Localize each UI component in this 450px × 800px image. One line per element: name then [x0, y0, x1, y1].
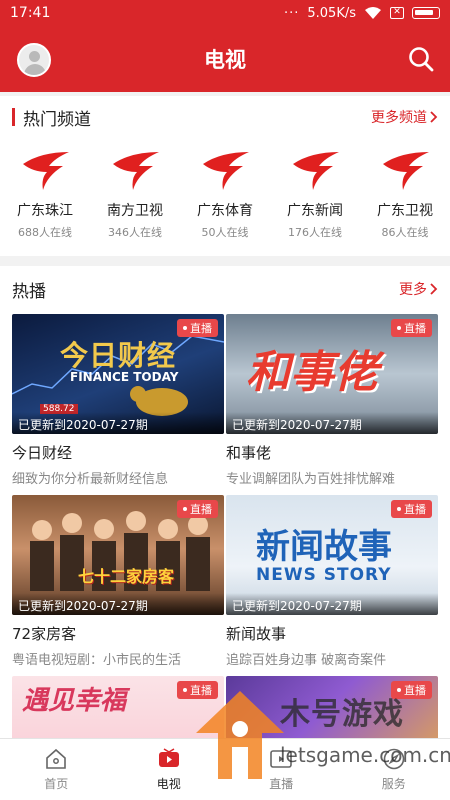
search-icon[interactable]: [408, 46, 434, 72]
channel-item[interactable]: 广东新闻 176人在线: [272, 146, 358, 240]
live-badge: 直播: [391, 681, 432, 699]
chevron-right-icon: [430, 111, 438, 123]
hot-shows-title: 热播: [12, 281, 46, 302]
show-thumbnail: 新闻故事 NEWS STORY 直播 已更新到2020-07-27期: [226, 495, 438, 615]
bottom-tab-bar: 首页 电视 直播 服务: [0, 738, 450, 800]
channel-item[interactable]: 广东卫视 86人在线: [362, 146, 448, 240]
live-badge: 直播: [177, 319, 218, 337]
hot-channels-header: 热门频道 更多频道: [0, 96, 450, 138]
home-icon: [46, 748, 67, 769]
show-thumbnail: 七十二家房客 直播 已更新到2020-07-27期: [12, 495, 224, 615]
show-desc: 专业调解团队为百姓排忧解难: [226, 472, 396, 487]
show-card[interactable]: 遇见幸福 直播: [12, 676, 224, 738]
tab-live[interactable]: 直播: [225, 739, 338, 800]
more-channels-link[interactable]: 更多频道: [371, 107, 438, 127]
status-dots: ···: [283, 5, 300, 21]
page-title: 电视: [204, 48, 246, 72]
gdtv-logo-icon: [113, 152, 159, 190]
updated-label: 已更新到2020-07-27期: [226, 412, 438, 434]
show-desc: 追踪百姓身边事 破离奇案件: [226, 653, 387, 668]
updated-label: 已更新到2020-07-27期: [12, 593, 224, 615]
thumb-subtitle: FINANCE TODAY: [70, 370, 179, 384]
live-badge: 直播: [391, 500, 432, 518]
updated-label: 已更新到2020-07-27期: [12, 412, 224, 434]
more-shows-link[interactable]: 更多: [399, 279, 438, 299]
show-title: 72家房客: [12, 625, 77, 643]
show-card[interactable]: 七十二家房客 直播 已更新到2020-07-27期 72家房客 粤语电视短剧：小…: [12, 495, 224, 668]
chevron-right-icon: [430, 283, 438, 295]
updated-label: 已更新到2020-07-27期: [226, 593, 438, 615]
show-title: 今日财经: [12, 444, 73, 462]
show-card[interactable]: 新闻故事 NEWS STORY 直播 已更新到2020-07-27期 新闻故事 …: [226, 495, 438, 668]
show-title: 和事佬: [226, 444, 272, 462]
live-badge: 直播: [177, 681, 218, 699]
wifi-icon: [365, 7, 381, 19]
hot-channels-section: 热门频道 更多频道 广东珠江 688人在线 南方卫视 346人在线 广东体育 5…: [0, 96, 450, 256]
show-desc: 粤语电视短剧：小市民的生活: [12, 653, 182, 668]
show-card[interactable]: 今日财经 FINANCE TODAY 588.72 直播 已更新到2020-07…: [12, 314, 224, 487]
thumb-title: 今日财经: [60, 339, 177, 372]
thumb-title: 新闻故事: [256, 527, 392, 567]
show-thumbnail: 今日财经 FINANCE TODAY 588.72 直播 已更新到2020-07…: [12, 314, 224, 434]
tab-service[interactable]: 服务: [338, 739, 450, 800]
avatar[interactable]: [17, 43, 51, 77]
live-icon: [270, 750, 293, 768]
show-desc: 细致为你分析最新财经信息: [12, 472, 169, 487]
status-time: 17:41: [10, 5, 51, 21]
show-title: 新闻故事: [226, 625, 287, 643]
live-badge: 直播: [177, 500, 218, 518]
channel-item[interactable]: 广东体育 50人在线: [182, 146, 268, 240]
gdtv-logo-icon: [383, 152, 429, 190]
tab-tv[interactable]: 电视: [113, 739, 226, 800]
network-speed: 5.05K/s: [307, 5, 356, 21]
thumb-title: 七十二家房客: [78, 567, 175, 586]
tab-home[interactable]: 首页: [0, 739, 113, 800]
sim-icon: ✕: [390, 7, 404, 19]
tv-icon: [158, 748, 179, 767]
gdtv-logo-icon: [203, 152, 249, 190]
thumb-subtitle: NEWS STORY: [256, 565, 392, 585]
show-thumbnail: 直播: [226, 676, 438, 738]
hot-shows-section: 热播 更多 今日财经 FINANCE TODAY 588.72 直播 已更新到2…: [0, 266, 450, 738]
app-header: 电视: [0, 26, 450, 92]
battery-icon: [412, 7, 440, 19]
live-badge: 直播: [391, 319, 432, 337]
channel-item[interactable]: 南方卫视 346人在线: [92, 146, 178, 240]
gdtv-logo-icon: [293, 152, 339, 190]
hot-channels-title: 热门频道: [12, 105, 91, 130]
show-thumbnail: 遇见幸福 直播: [12, 676, 224, 738]
status-right: ··· 5.05K/s ✕: [284, 6, 440, 21]
channel-list: 广东珠江 688人在线 南方卫视 346人在线 广东体育 50人在线 广东新闻 …: [0, 138, 450, 240]
show-card[interactable]: 和事佬 直播 已更新到2020-07-27期 和事佬 专业调解团队为百姓排忧解难: [226, 314, 438, 487]
show-thumbnail: 和事佬 直播 已更新到2020-07-27期: [226, 314, 438, 434]
show-card[interactable]: 直播: [226, 676, 438, 738]
status-bar: 17:41 ··· 5.05K/s ✕: [0, 0, 450, 26]
compass-icon: [383, 748, 405, 770]
thumb-title: 遇见幸福: [22, 686, 127, 716]
gdtv-logo-icon: [23, 152, 69, 190]
hot-shows-header: 热播 更多: [0, 266, 450, 312]
thumb-title: 和事佬: [246, 347, 378, 398]
channel-item[interactable]: 广东珠江 688人在线: [2, 146, 88, 240]
